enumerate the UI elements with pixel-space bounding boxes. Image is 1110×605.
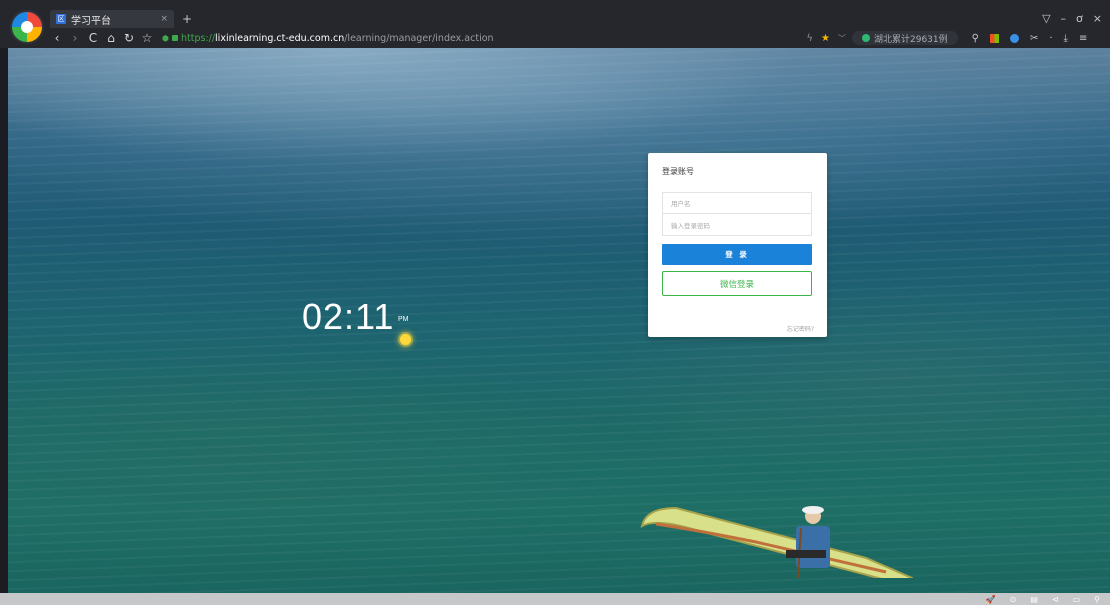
- login-page-background: 02:11 PM: [8, 48, 1110, 593]
- trash-icon[interactable]: ▤: [1030, 595, 1038, 604]
- dot-separator: ·: [1049, 32, 1053, 44]
- tab-active[interactable]: 区 学习平台 ×: [50, 10, 174, 28]
- zoom-icon[interactable]: ⚲: [1094, 595, 1100, 604]
- reload-button[interactable]: C: [84, 31, 102, 45]
- bookmark-star-icon[interactable]: ★: [821, 33, 830, 44]
- news-text: 湖北累计29631例: [874, 34, 948, 45]
- volume-icon[interactable]: ⊲: [1052, 595, 1059, 604]
- username-input[interactable]: 用户名: [662, 192, 812, 214]
- maximize-button[interactable]: ơ: [1076, 12, 1083, 25]
- password-placeholder: 输入登录密码: [671, 221, 710, 230]
- back-button[interactable]: ‹: [48, 31, 66, 45]
- url-scheme: https://: [180, 32, 216, 44]
- toolbar-icons: ⚲ ✂ · ⤓ ≡: [972, 33, 1088, 44]
- browser-status-bar: 🚀 ⊙ ▤ ⊲ ▭ ⚲: [0, 593, 1110, 605]
- forgot-password-link[interactable]: 忘记密码?: [787, 324, 814, 333]
- address-bar[interactable]: ⬢ https:// lixinlearning.ct-edu.com.cn /…: [162, 30, 852, 46]
- clock-ampm: PM: [398, 316, 409, 323]
- sun-icon: [400, 334, 411, 345]
- globe-icon[interactable]: [1009, 33, 1019, 43]
- password-input[interactable]: 输入登录密码: [662, 214, 812, 236]
- login-title: 登录账号: [662, 167, 694, 176]
- tab-title: 学习平台: [71, 15, 111, 27]
- water-texture: [8, 48, 1110, 593]
- minimize-button[interactable]: –: [1061, 12, 1067, 25]
- nav-bar: ‹ › C ⌂ ↻ ☆ ⬢ https:// lixinlearning.ct-…: [48, 30, 1106, 46]
- apps-icon[interactable]: [989, 33, 999, 43]
- username-placeholder: 用户名: [671, 200, 691, 208]
- bolt-icon[interactable]: ϟ: [806, 33, 813, 44]
- news-icon: [862, 34, 870, 42]
- favorite-button[interactable]: ☆: [138, 31, 156, 45]
- new-tab-button[interactable]: +: [182, 12, 192, 26]
- clock-time: 02:11: [302, 296, 395, 337]
- download-icon[interactable]: ⤓: [1064, 33, 1068, 44]
- wechat-login-button[interactable]: 微信登录: [662, 271, 812, 296]
- window-icon[interactable]: ▭: [1073, 595, 1081, 604]
- clock-widget: 02:11 PM: [302, 296, 411, 345]
- browser-chrome: 区 学习平台 × + ▽ – ơ × ‹ › C ⌂ ↻ ☆ ⬢ https:/…: [0, 0, 1110, 48]
- target-icon[interactable]: ⊙: [1010, 595, 1017, 604]
- forward-button[interactable]: ›: [66, 31, 84, 45]
- shield-icon: ⬢: [162, 33, 169, 43]
- url-host: lixinlearning.ct-edu.com.cn: [215, 32, 345, 44]
- url-path: /learning/manager/index.action: [344, 32, 494, 44]
- skin-icon[interactable]: ▽: [1042, 12, 1050, 25]
- login-card: 登录账号 用户名 输入登录密码 登 录 微信登录 忘记密码?: [648, 153, 827, 337]
- home-button[interactable]: ⌂: [102, 31, 120, 45]
- news-search-pill[interactable]: 湖北累计29631例: [852, 31, 958, 45]
- rocket-icon[interactable]: 🚀: [986, 595, 996, 604]
- login-button[interactable]: 登 录: [662, 244, 812, 265]
- window-controls: ▽ – ơ ×: [1042, 12, 1102, 25]
- address-actions: ϟ ★ ﹀: [806, 33, 846, 44]
- tab-strip: 区 学习平台 × +: [50, 10, 192, 28]
- search-icon[interactable]: ⚲: [972, 33, 979, 44]
- status-icons: 🚀 ⊙ ▤ ⊲ ▭ ⚲: [986, 593, 1100, 605]
- scissors-icon[interactable]: ✂: [1030, 33, 1038, 44]
- menu-icon[interactable]: ≡: [1079, 33, 1087, 44]
- tab-close-icon[interactable]: ×: [160, 14, 168, 24]
- undo-close-button[interactable]: ↻: [120, 31, 138, 45]
- lock-icon: [171, 35, 178, 41]
- browser-logo-icon[interactable]: [10, 10, 44, 44]
- chevron-down-icon[interactable]: ﹀: [838, 33, 846, 44]
- close-button[interactable]: ×: [1093, 12, 1102, 25]
- tab-favicon-icon: 区: [56, 14, 66, 24]
- canoe-illustration: [640, 506, 914, 578]
